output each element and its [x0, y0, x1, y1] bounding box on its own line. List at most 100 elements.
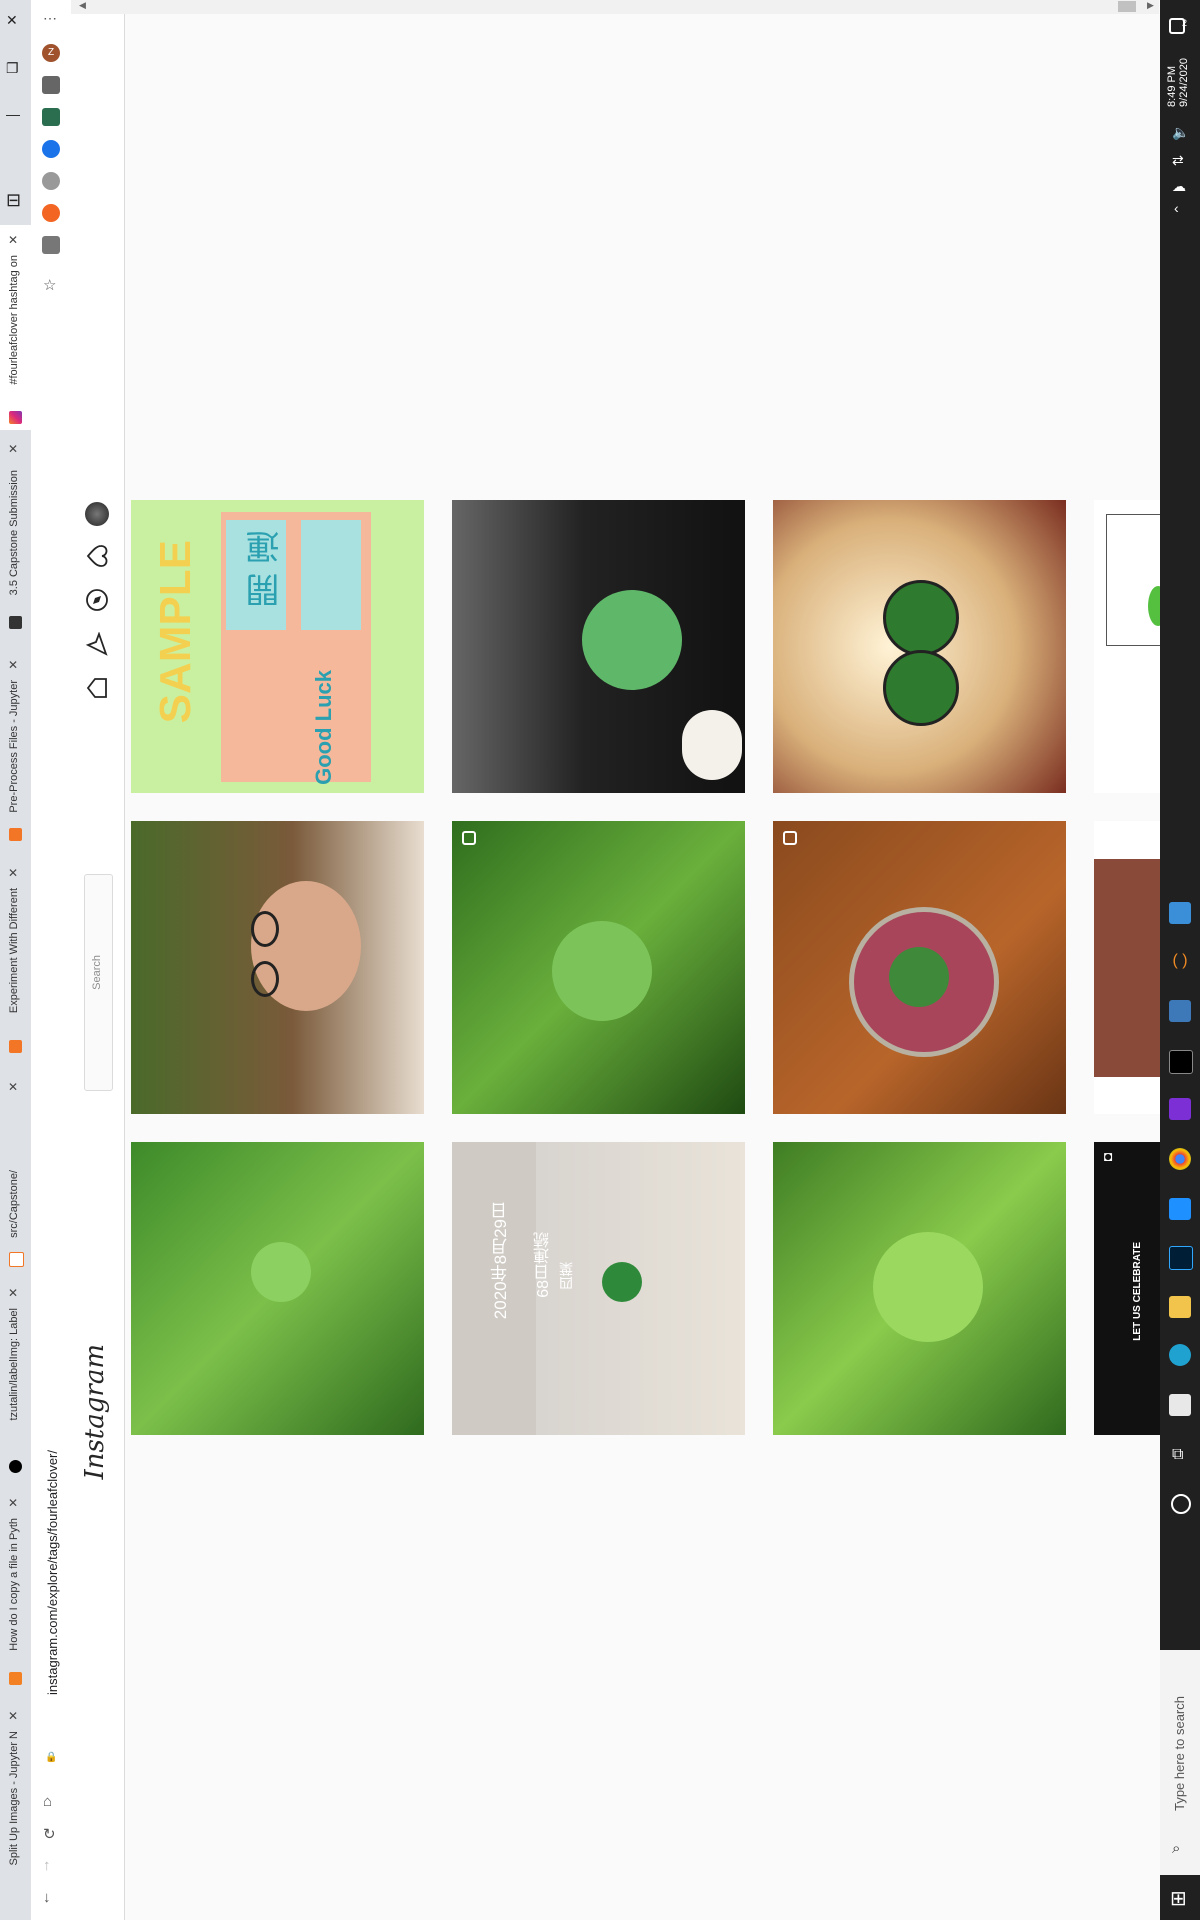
instagram-logo[interactable]: Instagram [80, 1344, 110, 1480]
home-icon[interactable]: ⌂ [43, 1793, 52, 1810]
tab-close-icon[interactable]: ✕ [8, 866, 18, 880]
tab-experiment[interactable]: ✕ Experiment With Different [0, 858, 31, 1058]
extension-icon[interactable] [42, 172, 60, 190]
favicon-icon [9, 616, 22, 629]
extensions-puzzle-icon[interactable] [42, 76, 60, 94]
post-tile[interactable] [452, 500, 745, 793]
taskbar-chrome-icon[interactable] [1169, 1148, 1191, 1170]
url-text[interactable]: instagram.com/explore/tags/fourleafclove… [45, 1450, 60, 1695]
tab-close-icon[interactable]: ✕ [8, 1286, 18, 1300]
tab-title: Pre-Process Files - Jupyter [8, 680, 20, 813]
clock[interactable]: 8:49 PM 9/24/2020 [1166, 58, 1190, 107]
horizontal-scrollbar[interactable]: ◀ ▶ [71, 0, 1159, 14]
tab-fourleafclover[interactable]: ✕ #fourleafclover hashtag on [0, 225, 31, 430]
browser-toolbar: ⋯ Z ☆ instagram.com/explore/tags/fourlea… [31, 0, 72, 1920]
post-tile[interactable] [1094, 500, 1160, 793]
tab-labelimg[interactable]: ✕ tzutalin/labelImg: Label [0, 1280, 31, 1480]
tab-title: Split Up Images - Jupyter N [8, 1731, 20, 1866]
notification-count: 2 [1182, 18, 1188, 28]
scrollbar-thumb[interactable] [1118, 1, 1136, 12]
tab-title: Experiment With Different [8, 888, 20, 1014]
post-tile[interactable] [773, 1142, 1066, 1435]
tab-close-icon[interactable]: ✕ [8, 1709, 18, 1723]
scroll-right-arrow-icon[interactable]: ▶ [1147, 0, 1154, 11]
scroll-left-arrow-icon[interactable]: ◀ [79, 0, 86, 11]
github-favicon-icon [9, 1460, 22, 1473]
instagram-favicon-icon [9, 411, 22, 424]
tab-split-up-images[interactable]: ✕ Split Up Images - Jupyter N [0, 1705, 31, 1915]
post-tile[interactable]: 2020年8月29日 68日連続 四葉 [452, 1142, 745, 1435]
reload-icon[interactable]: ↻ [43, 1825, 56, 1843]
post-tile[interactable]: SAMPLE 開 運 Good Luck [131, 500, 424, 793]
home-icon[interactable] [85, 676, 109, 700]
tile-caption: 四葉 [558, 1262, 574, 1290]
tab-close-icon[interactable]: ✕ [8, 658, 18, 672]
show-hidden-icons-icon[interactable]: ‹ [1174, 200, 1179, 216]
bookmark-star-icon[interactable]: ☆ [43, 276, 56, 294]
tab-close-icon[interactable]: ✕ [8, 1496, 18, 1510]
profile-avatar[interactable]: Z [42, 44, 60, 62]
video-icon: ◘ [1104, 1148, 1113, 1164]
taskbar-onenote-icon[interactable] [1169, 1098, 1191, 1120]
post-tile[interactable] [1094, 821, 1160, 1114]
taskbar-brackets-app-icon[interactable]: ( ) [1169, 952, 1191, 974]
tab-title: tzutalin/labelImg: Label [8, 1308, 20, 1421]
tile-caption: Good Luck [311, 670, 336, 785]
post-tile[interactable] [131, 1142, 424, 1435]
jupyter-favicon-icon [9, 1040, 22, 1053]
taskbar-vscode-icon[interactable] [1169, 1198, 1191, 1220]
search-input[interactable]: Search [84, 874, 113, 1091]
restore-window-icon[interactable]: ❐ [6, 60, 19, 77]
taskbar-store-icon[interactable] [1169, 1394, 1191, 1416]
tab-capstone-submission[interactable]: ✕ 3.5 Capstone Submission [0, 440, 31, 640]
forward-icon[interactable]: ↑ [43, 1857, 51, 1874]
onedrive-icon[interactable]: ☁ [1172, 178, 1186, 195]
tab-strip: ✕ ❐ — ⊟ ✕ #fourleafclover hashtag on ✕ 3… [0, 0, 31, 1920]
tab-close-icon[interactable]: ✕ [8, 1080, 18, 1094]
post-tile[interactable]: ◘ LET US CELEBRATE [1094, 1142, 1160, 1435]
menu-dots-icon[interactable]: ⋯ [43, 10, 57, 27]
taskbar-search-box[interactable]: Type here to search ⌕ [1160, 1650, 1200, 1875]
tab-title: 3.5 Capstone Submission [8, 470, 20, 596]
taskbar-app-icon[interactable] [1169, 902, 1191, 924]
taskbar-photoshop-icon[interactable] [1169, 1246, 1193, 1270]
lock-icon: 🔒 [45, 1752, 58, 1763]
heart-icon[interactable] [85, 544, 109, 568]
extension-icon[interactable] [42, 140, 60, 158]
network-icon[interactable]: ⇄ [1172, 152, 1184, 169]
post-tile[interactable] [131, 821, 424, 1114]
tab-src-capstone[interactable]: ✕ src/Capstone/ [0, 1070, 31, 1270]
tab-preprocess-files[interactable]: ✕ Pre-Process Files - Jupyter [0, 650, 31, 850]
tab-title: How do I copy a file in Pyth [8, 1518, 20, 1651]
windows-start-icon[interactable]: ⊞ [1170, 1886, 1187, 1911]
tile-caption: 開 運 [247, 530, 285, 608]
extension-icon[interactable] [42, 236, 60, 254]
explore-compass-icon[interactable] [85, 588, 109, 612]
tile-caption: LET US CELEBRATE [1132, 1242, 1143, 1341]
back-icon[interactable]: ↓ [43, 1889, 51, 1906]
cortana-icon[interactable] [1171, 1494, 1191, 1514]
profile-avatar[interactable] [85, 502, 109, 526]
volume-icon[interactable]: 🔈 [1172, 124, 1189, 141]
taskbar-python-icon[interactable] [1169, 1000, 1191, 1022]
tab-search-icon[interactable]: ⊟ [6, 190, 21, 211]
taskbar-file-explorer-icon[interactable] [1169, 1296, 1191, 1318]
tab-close-icon[interactable]: ✕ [8, 442, 18, 456]
task-view-icon[interactable]: ⧉ [1172, 1446, 1183, 1464]
tab-title: src/Capstone/ [8, 1170, 20, 1238]
taskbar-terminal-icon[interactable] [1169, 1050, 1193, 1074]
tab-copy-file-python[interactable]: ✕ How do I copy a file in Pyth [0, 1490, 31, 1695]
close-window-icon[interactable]: ✕ [6, 12, 18, 29]
taskbar-edge-icon[interactable] [1169, 1344, 1191, 1366]
post-tile[interactable] [773, 821, 1066, 1114]
jupyter-favicon-icon [9, 828, 22, 841]
clock-date: 9/24/2020 [1178, 58, 1190, 107]
tile-caption: SAMPLE [151, 540, 200, 724]
extension-icon[interactable] [42, 204, 60, 222]
extension-icon[interactable] [42, 108, 60, 126]
post-tile[interactable] [452, 821, 745, 1114]
minimize-window-icon[interactable]: — [6, 106, 20, 122]
post-tile[interactable] [773, 500, 1066, 793]
tab-close-icon[interactable]: ✕ [8, 233, 18, 247]
direct-messages-icon[interactable] [85, 632, 109, 656]
